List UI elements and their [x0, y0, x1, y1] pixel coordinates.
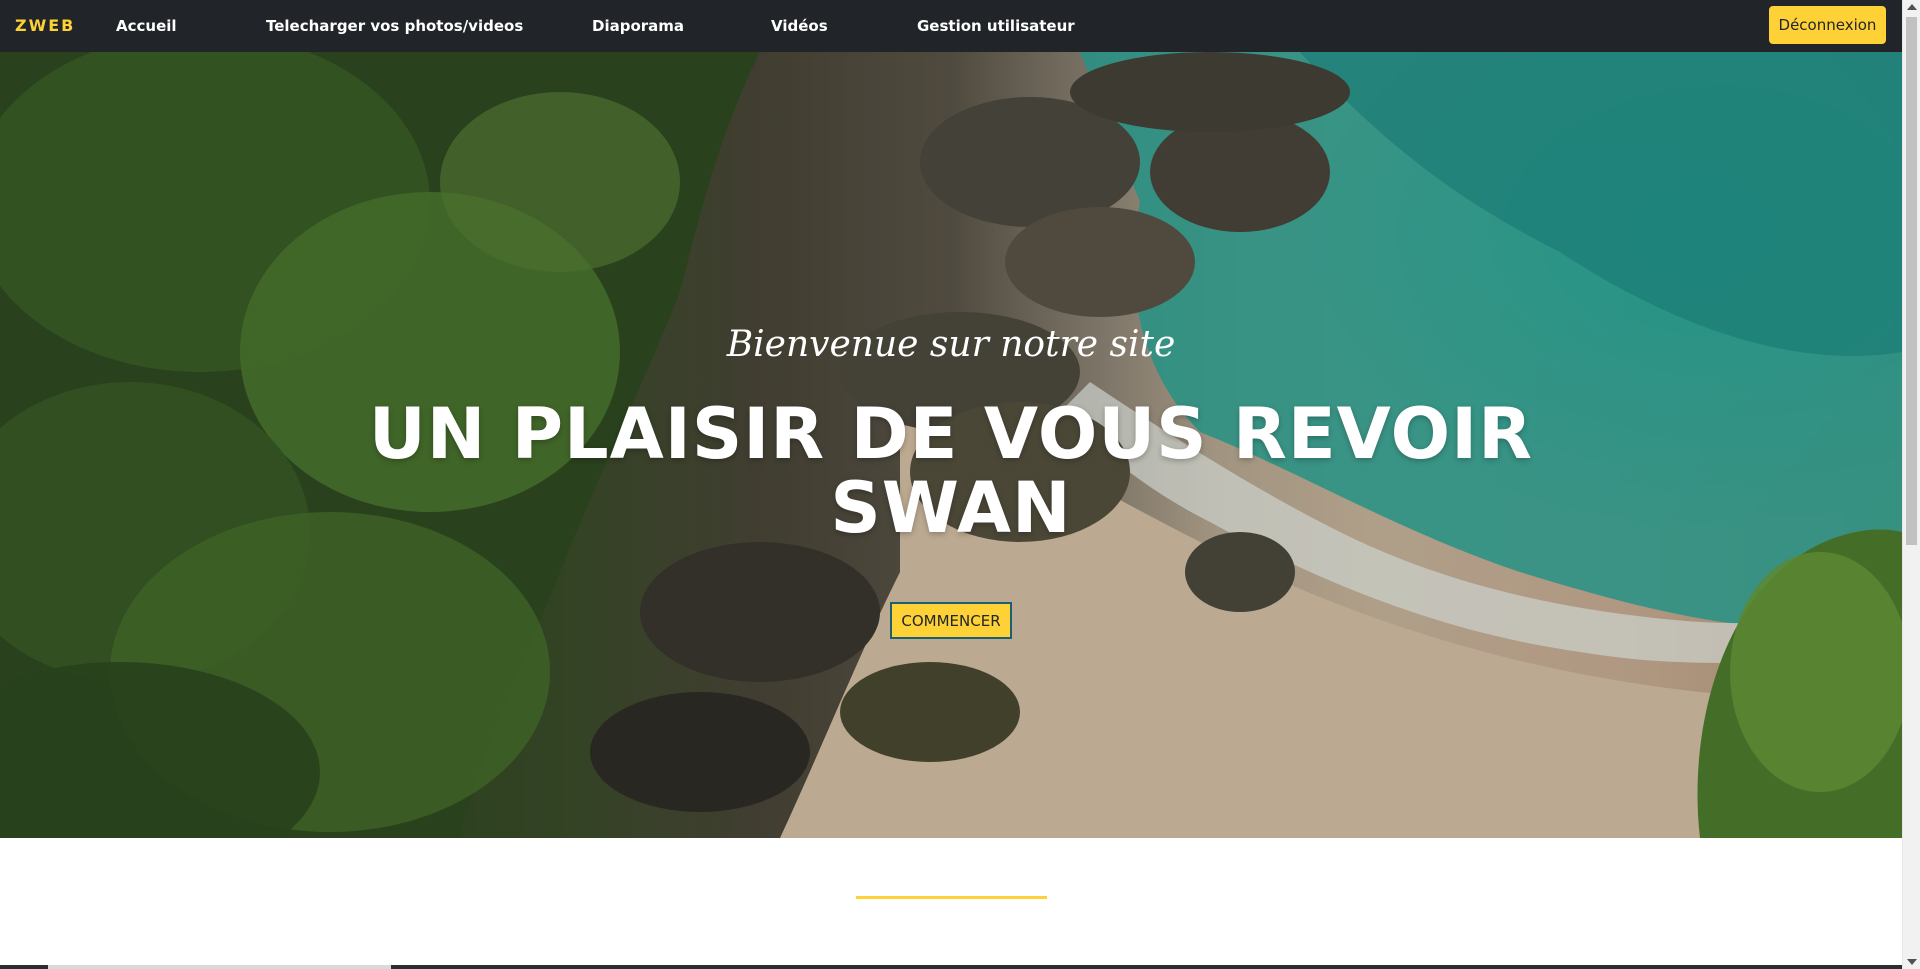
nav-link-diaporama[interactable]: Diaporama [592, 0, 684, 52]
nav-link-upload[interactable]: Telecharger vos photos/videos [266, 0, 523, 52]
scrollbar-thumb[interactable] [1906, 17, 1917, 545]
start-button[interactable]: COMMENCER [890, 602, 1012, 639]
brand-logo[interactable]: ZWEB [15, 0, 75, 52]
nav-link-videos[interactable]: Vidéos [771, 0, 828, 52]
logout-button[interactable]: Déconnexion [1769, 6, 1886, 44]
hero-title: UN PLAISIR DE VOUS REVOIR SWAN [0, 397, 1902, 545]
hero-title-line-1: UN PLAISIR DE VOUS REVOIR [368, 393, 1534, 475]
page: ZWEB Accueil Telecharger vos photos/vide… [0, 0, 1902, 969]
section-divider [856, 896, 1047, 899]
top-navbar: ZWEB Accueil Telecharger vos photos/vide… [0, 0, 1902, 52]
hero-subtitle: Bienvenue sur notre site [726, 324, 1176, 365]
next-section-edge-light [48, 965, 391, 969]
nav-link-accueil[interactable]: Accueil [116, 0, 177, 52]
hero-content: Bienvenue sur notre site UN PLAISIR DE V… [0, 52, 1902, 838]
nav-link-gestion-utilisateur[interactable]: Gestion utilisateur [917, 0, 1075, 52]
vertical-scrollbar[interactable] [1902, 0, 1920, 969]
hero-title-line-2: SWAN [830, 467, 1072, 549]
scroll-up-arrow-icon[interactable] [1907, 4, 1917, 10]
hero-section: Bienvenue sur notre site UN PLAISIR DE V… [0, 52, 1902, 838]
scroll-down-arrow-icon[interactable] [1907, 959, 1917, 965]
